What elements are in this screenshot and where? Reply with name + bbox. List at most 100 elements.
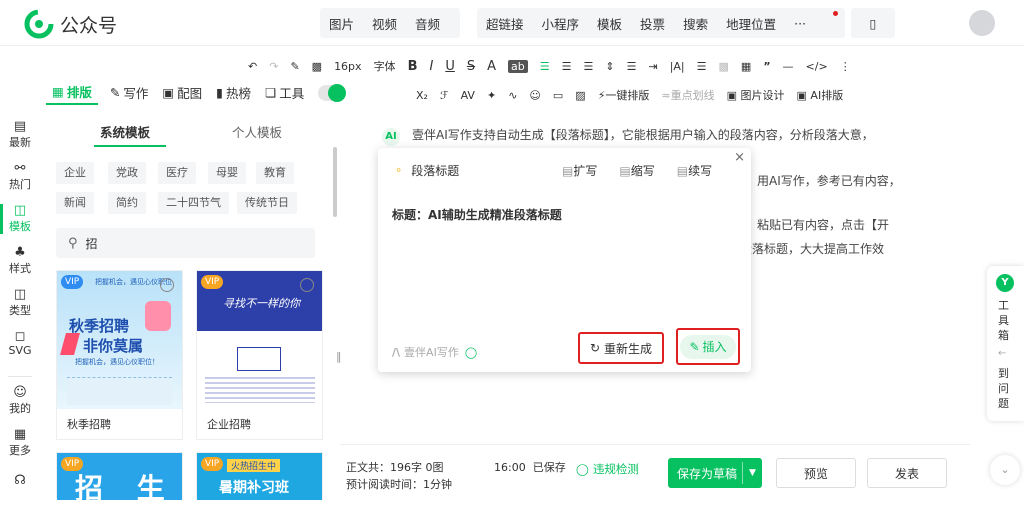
underline-icon[interactable]: U — [445, 59, 455, 74]
font-color-icon[interactable]: A — [487, 59, 496, 74]
divider-icon[interactable]: — — [783, 60, 794, 73]
line-height-icon[interactable]: ⇕ — [605, 60, 614, 73]
regenerate-button[interactable]: ↻ 重新生成 — [578, 332, 664, 364]
nav-location[interactable]: 地理位置 — [726, 14, 776, 33]
template-card[interactable]: VIP 招 生 — [56, 452, 183, 505]
tab-system-templates[interactable]: 系统模板 — [100, 122, 150, 141]
tag-education[interactable]: 教育 — [256, 162, 294, 184]
toolbox-widget[interactable]: Y 工具箱 ← 到问题 — [987, 266, 1024, 421]
one-click-layout-button[interactable]: ⚡一键排版 — [598, 87, 650, 103]
undo-icon[interactable]: ↶ — [248, 60, 257, 73]
tag-festival[interactable]: 传统节日 — [237, 192, 297, 214]
magic-icon[interactable]: ✦ — [487, 89, 496, 102]
table-icon[interactable]: ▦ — [741, 60, 751, 73]
paragraph-spacing-icon[interactable]: ☰ — [627, 60, 637, 73]
tab-write[interactable]: ✎ 写作 — [110, 80, 149, 105]
tab-image[interactable]: ▣ 配图 — [162, 80, 202, 105]
format-painter-icon[interactable]: ✎ — [290, 60, 299, 73]
save-draft-button[interactable]: 保存为草稿 ▼ — [668, 458, 762, 488]
clear-format-icon[interactable]: ▩ — [312, 60, 322, 73]
nav-more[interactable]: ··· — [794, 16, 806, 31]
tag-maternal[interactable]: 母婴 — [208, 162, 246, 184]
article-line-1[interactable]: 壹伴AI写作支持自动生成【段落标题】，它能根据用户输入的段落内容，分析段落大意， — [412, 126, 874, 143]
search-input[interactable]: 招 — [86, 235, 98, 252]
ai-layout-button[interactable]: ▣ AI排版 — [797, 87, 844, 103]
text-effect-icon[interactable]: ℱ — [440, 89, 449, 102]
nav-audio[interactable]: 音频 — [415, 14, 440, 33]
close-icon[interactable]: × — [734, 150, 745, 165]
letter-spacing-icon[interactable]: |A| — [670, 60, 685, 73]
highlight-line-button[interactable]: ≈重点划线 — [661, 87, 714, 103]
plugin-toggle[interactable] — [318, 83, 347, 102]
continue-button[interactable]: ▤续写 — [677, 162, 712, 179]
sidebar-item-hot[interactable]: ⚯ 热门 — [0, 162, 40, 192]
article-line-2[interactable]: 用AI写作，参考已有内容， — [757, 172, 901, 189]
quote-icon[interactable]: ” — [763, 60, 770, 73]
panel-scrollbar[interactable] — [333, 147, 337, 217]
align-right-icon[interactable]: ☰ — [584, 60, 594, 73]
code-icon[interactable]: </> — [806, 60, 828, 73]
font-size-select[interactable]: 16px — [334, 60, 362, 73]
mobile-preview-button[interactable]: ▯ — [851, 8, 895, 38]
nav-miniprogram[interactable]: 小程序 — [542, 14, 580, 33]
briefcase-icon[interactable]: ▨ — [575, 89, 585, 102]
list-icon[interactable]: ☰ — [697, 60, 707, 73]
sidebar-item-style[interactable]: ♣ 样式 — [0, 246, 40, 276]
shorten-button[interactable]: ▤缩写 — [619, 162, 654, 179]
nav-template[interactable]: 模板 — [597, 14, 622, 33]
highlight-color-icon[interactable]: ab — [508, 59, 528, 73]
nav-hyperlink[interactable]: 超链接 — [486, 14, 524, 33]
article-line-4[interactable]: 段落标题，大大提高工作效 — [740, 240, 884, 257]
tag-medical[interactable]: 医疗 — [158, 162, 196, 184]
expand-button[interactable]: ▤扩写 — [562, 162, 597, 179]
preview-eye-icon[interactable] — [160, 278, 174, 292]
sidebar-item-mine[interactable]: ☺ 我的 — [0, 386, 40, 416]
more-icon[interactable]: ⋮ — [840, 60, 851, 73]
nav-video[interactable]: 视频 — [372, 14, 397, 33]
template-card[interactable]: VIP 把握机会，遇见心仪职位 秋季招聘 非你莫属 把握机会，遇见心仪职位！ 秋… — [56, 270, 183, 440]
headset-icon[interactable]: ☊ — [0, 474, 40, 488]
tag-solar-terms[interactable]: 二十四节气 — [158, 192, 229, 214]
scroll-down-icon[interactable]: ⌄ — [990, 455, 1020, 485]
font-family-select[interactable]: 字体 — [374, 58, 396, 74]
template-card[interactable]: VIP 火热招生中 暑期补习班 — [196, 452, 323, 500]
tag-news[interactable]: 新闻 — [56, 192, 94, 214]
sidebar-item-type[interactable]: ◫ 类型 — [0, 288, 40, 318]
generated-title[interactable]: 标题：AI辅助生成精准段落标题 — [392, 206, 562, 223]
tab-tools[interactable]: ❏ 工具 — [265, 80, 304, 105]
emoji-icon[interactable]: ☺ — [529, 89, 540, 102]
indent-icon[interactable]: ⇥ — [648, 60, 657, 73]
chevron-down-icon[interactable]: ▼ — [742, 462, 762, 484]
align-center-icon[interactable]: ☰ — [562, 60, 572, 73]
tag-party[interactable]: 党政 — [108, 162, 146, 184]
template-search-box[interactable]: ⚲ 招 — [56, 228, 315, 258]
nav-vote[interactable]: 投票 — [640, 14, 665, 33]
block-icon[interactable]: ▩ — [719, 60, 729, 73]
chart-icon[interactable]: ∿ — [508, 89, 517, 102]
preview-eye-icon[interactable] — [300, 278, 314, 292]
preview-button[interactable]: 预览 — [776, 458, 856, 488]
letter-av-icon[interactable]: AV — [461, 89, 475, 102]
avatar[interactable] — [969, 10, 995, 36]
align-left-icon[interactable]: ☰ — [540, 60, 550, 73]
sidebar-item-svg[interactable]: ◻ SVG — [0, 330, 40, 358]
publish-button[interactable]: 发表 — [867, 458, 947, 488]
sidebar-item-template[interactable]: ◫ 模板 — [0, 204, 40, 234]
nav-search[interactable]: 搜索 — [683, 14, 708, 33]
redo-icon[interactable]: ↷ — [269, 60, 278, 73]
italic-icon[interactable]: I — [429, 59, 433, 74]
article-line-3[interactable]: 粘贴已有内容，点击【开 — [757, 216, 889, 233]
tag-enterprise[interactable]: 企业 — [56, 162, 94, 184]
strikethrough-icon[interactable]: S — [467, 59, 475, 74]
insert-button[interactable]: ✎ 插入 — [676, 328, 740, 365]
sidebar-item-more[interactable]: ▦ 更多 — [0, 428, 40, 458]
nav-image[interactable]: 图片 — [329, 14, 354, 33]
tab-personal-templates[interactable]: 个人模板 — [232, 122, 282, 141]
bold-icon[interactable]: B — [408, 59, 418, 74]
template-card[interactable]: VIP 寻找不一样的你 企业招聘 — [196, 270, 323, 440]
html-icon[interactable]: ▭ — [553, 89, 563, 102]
tab-hot[interactable]: ▮ 热榜 — [216, 80, 251, 105]
violation-check-button[interactable]: ◯ 违规检测 — [576, 461, 639, 477]
tab-layout[interactable]: ▦ 排版 — [46, 80, 98, 105]
subscript-icon[interactable]: X₂ — [416, 89, 428, 102]
